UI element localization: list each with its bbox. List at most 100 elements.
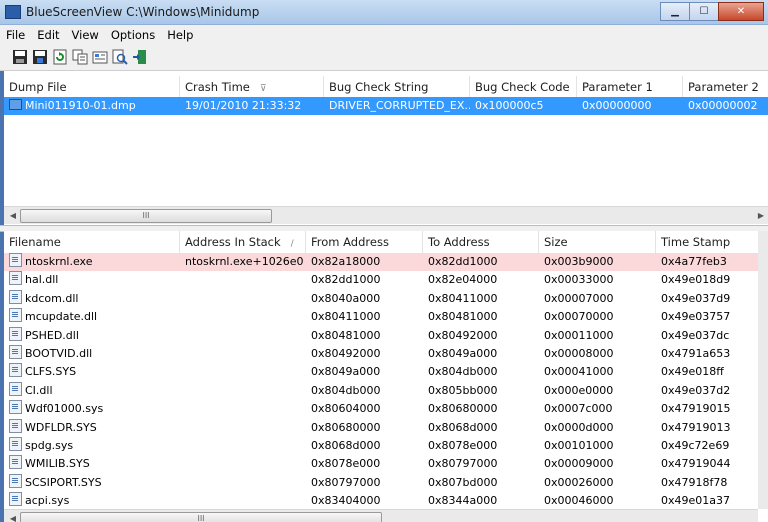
table-row[interactable]: SCSIPORT.SYS 0x80797000 0x807bd000 0x000260… bbox=[4, 473, 768, 492]
cell-from-address: 0x80411000 bbox=[311, 310, 381, 324]
module-file-icon bbox=[9, 400, 22, 415]
menu-file[interactable]: File bbox=[0, 25, 31, 44]
cell-to-address: 0x8068d000 bbox=[428, 420, 498, 434]
col-to-address[interactable]: To Address bbox=[423, 231, 539, 253]
cell-to-address: 0x8344a000 bbox=[428, 494, 498, 508]
cell-time-stamp: 0x49e037d2 bbox=[661, 383, 731, 397]
col-size[interactable]: Size bbox=[539, 231, 656, 253]
col-time-stamp[interactable]: Time Stamp bbox=[656, 231, 758, 253]
module-file-icon bbox=[9, 308, 22, 323]
table-row[interactable]: CI.dll 0x804db000 0x805bb000 0x000e0000 0x49… bbox=[4, 381, 768, 400]
crash-list-hscroll[interactable]: ◀ III ▶ bbox=[4, 206, 768, 224]
cell-from-address: 0x80492000 bbox=[311, 347, 381, 360]
sort-indicator: / bbox=[290, 239, 294, 249]
menu-options[interactable]: Options bbox=[105, 25, 161, 44]
col-filename[interactable]: Filename bbox=[4, 231, 180, 253]
table-row[interactable]: hal.dll 0x82dd1000 0x82e04000 0x00033000 0x4… bbox=[4, 271, 768, 289]
cell-filename: CLFS.SYS bbox=[4, 363, 180, 381]
table-row[interactable]: CLFS.SYS 0x8049a000 0x804db000 0x00041000 0x… bbox=[4, 363, 768, 381]
table-row[interactable]: WDFLDR.SYS 0x80680000 0x8068d000 0x0000d000… bbox=[4, 418, 768, 437]
table-row[interactable]: kdcom.dll 0x8040a000 0x80411000 0x00007000 0… bbox=[4, 289, 768, 308]
module-file-icon bbox=[9, 492, 22, 507]
save-all-icon[interactable] bbox=[32, 49, 48, 65]
minimize-button[interactable]: ▁ bbox=[660, 2, 690, 21]
crash-row[interactable]: Mini011910-01.dmp 19/01/2010 21:33:32 DR… bbox=[4, 97, 768, 115]
col-parameter-2[interactable]: Parameter 2 bbox=[683, 76, 768, 98]
table-row[interactable]: ntoskrnl.exe ntoskrnl.exe+1026e0 0x82a1800… bbox=[4, 253, 768, 271]
col-parameter-1[interactable]: Parameter 1 bbox=[577, 76, 683, 98]
scroll-right-icon[interactable]: ▶ bbox=[754, 209, 768, 222]
table-row[interactable]: BOOTVID.dll 0x80492000 0x8049a000 0x0000800… bbox=[4, 345, 768, 363]
find-icon[interactable] bbox=[112, 49, 128, 65]
scroll-thumb[interactable]: III bbox=[20, 512, 382, 522]
cell-to-address: 0x805bb000 bbox=[428, 383, 498, 397]
cell-filename: ntoskrnl.exe bbox=[4, 253, 180, 271]
cell-size: 0x00008000 bbox=[544, 347, 614, 360]
col-bug-check-string[interactable]: Bug Check String bbox=[324, 76, 470, 98]
module-list-hscroll[interactable]: ◀ III bbox=[4, 509, 758, 522]
cell-to-address: 0x82e04000 bbox=[428, 273, 498, 287]
table-row[interactable]: Wdf01000.sys 0x80604000 0x80680000 0x0007c0… bbox=[4, 400, 768, 418]
header-label: Bug Check Code bbox=[475, 80, 570, 94]
exit-icon[interactable] bbox=[132, 49, 148, 65]
header-label: Dump File bbox=[9, 80, 67, 94]
cell-address-in-stack bbox=[180, 382, 306, 400]
menu-help[interactable]: Help bbox=[161, 25, 199, 44]
col-bug-check-code[interactable]: Bug Check Code bbox=[470, 76, 577, 98]
refresh-icon[interactable] bbox=[52, 49, 68, 65]
cell-to-address: 0x804db000 bbox=[428, 365, 498, 379]
module-list-header: Filename Address In Stack / From Address … bbox=[4, 231, 768, 254]
cell-size: 0x0007c000 bbox=[544, 402, 613, 416]
cell-time-stamp: 0x49e018d9 bbox=[661, 273, 731, 287]
copy-icon[interactable] bbox=[72, 49, 88, 65]
cell-address-in-stack bbox=[180, 492, 306, 510]
cell-dump-file: Mini011910-01.dmp bbox=[4, 97, 180, 115]
cell-filename: PSHED.dll bbox=[4, 326, 180, 345]
window-title: BlueScreenView C:\Windows\Minidump bbox=[26, 5, 260, 19]
title-bar[interactable]: BlueScreenView C:\Windows\Minidump ▁ ☐ ✕ bbox=[0, 0, 768, 25]
scroll-left-icon[interactable]: ◀ bbox=[6, 209, 20, 222]
cell-address-in-stack bbox=[180, 400, 306, 418]
cell-to-address: 0x82dd1000 bbox=[428, 255, 498, 268]
cell-from-address: 0x8078e000 bbox=[311, 457, 381, 471]
table-row[interactable]: mcupdate.dll 0x80411000 0x80481000 0x000700… bbox=[4, 308, 768, 326]
close-button[interactable]: ✕ bbox=[718, 2, 764, 21]
col-crash-time[interactable]: Crash Time ⊽ bbox=[180, 76, 324, 98]
cell-to-address: 0x8049a000 bbox=[428, 347, 498, 360]
scroll-left-icon[interactable]: ◀ bbox=[6, 512, 20, 522]
table-row[interactable]: PSHED.dll 0x80481000 0x80492000 0x00011000 0… bbox=[4, 326, 768, 345]
cell-from-address: 0x80481000 bbox=[311, 328, 381, 342]
header-label: Address In Stack bbox=[185, 235, 281, 249]
cell-to-address: 0x80411000 bbox=[428, 291, 498, 305]
header-label: Filename bbox=[9, 235, 61, 249]
cell-address-in-stack bbox=[180, 363, 306, 381]
cell-from-address: 0x80797000 bbox=[311, 475, 381, 489]
menu-bar: File Edit View Options Help bbox=[0, 25, 768, 44]
cell-time-stamp: 0x49e018ff bbox=[661, 365, 724, 379]
cell-size: 0x00070000 bbox=[544, 310, 614, 324]
cell-to-address: 0x8078e000 bbox=[428, 439, 498, 452]
cell-time-stamp: 0x4a77feb3 bbox=[661, 255, 727, 268]
properties-icon[interactable] bbox=[92, 49, 108, 65]
table-row[interactable]: spdg.sys 0x8068d000 0x8078e000 0x00101000 0x… bbox=[4, 437, 768, 455]
scroll-thumb[interactable]: III bbox=[20, 209, 272, 223]
cell-filename: acpi.sys bbox=[4, 492, 180, 510]
cell-time-stamp: 0x4791a653 bbox=[661, 347, 731, 360]
cell-filename: Wdf01000.sys bbox=[4, 400, 180, 418]
menu-edit[interactable]: Edit bbox=[31, 25, 65, 44]
crash-list-header: Dump File Crash Time ⊽ Bug Check String B… bbox=[4, 76, 768, 99]
menu-view[interactable]: View bbox=[66, 25, 105, 44]
module-list-vscroll[interactable] bbox=[758, 231, 768, 509]
cell-from-address: 0x80604000 bbox=[311, 402, 381, 416]
col-from-address[interactable]: From Address bbox=[306, 231, 423, 253]
save-icon[interactable] bbox=[12, 49, 28, 65]
table-row[interactable]: WMILIB.SYS 0x8078e000 0x80797000 0x00009000… bbox=[4, 455, 768, 473]
col-dump-file[interactable]: Dump File bbox=[4, 76, 180, 98]
cell-bug-check-string: DRIVER_CORRUPTED_EX... bbox=[329, 99, 470, 112]
maximize-button[interactable]: ☐ bbox=[689, 2, 719, 21]
cell-address-in-stack bbox=[180, 474, 306, 492]
cell-from-address: 0x8049a000 bbox=[311, 365, 381, 379]
col-address-in-stack[interactable]: Address In Stack / bbox=[180, 231, 306, 253]
table-row[interactable]: acpi.sys 0x83404000 0x8344a000 0x00046000 0x… bbox=[4, 492, 768, 510]
cell-address-in-stack bbox=[180, 345, 306, 363]
